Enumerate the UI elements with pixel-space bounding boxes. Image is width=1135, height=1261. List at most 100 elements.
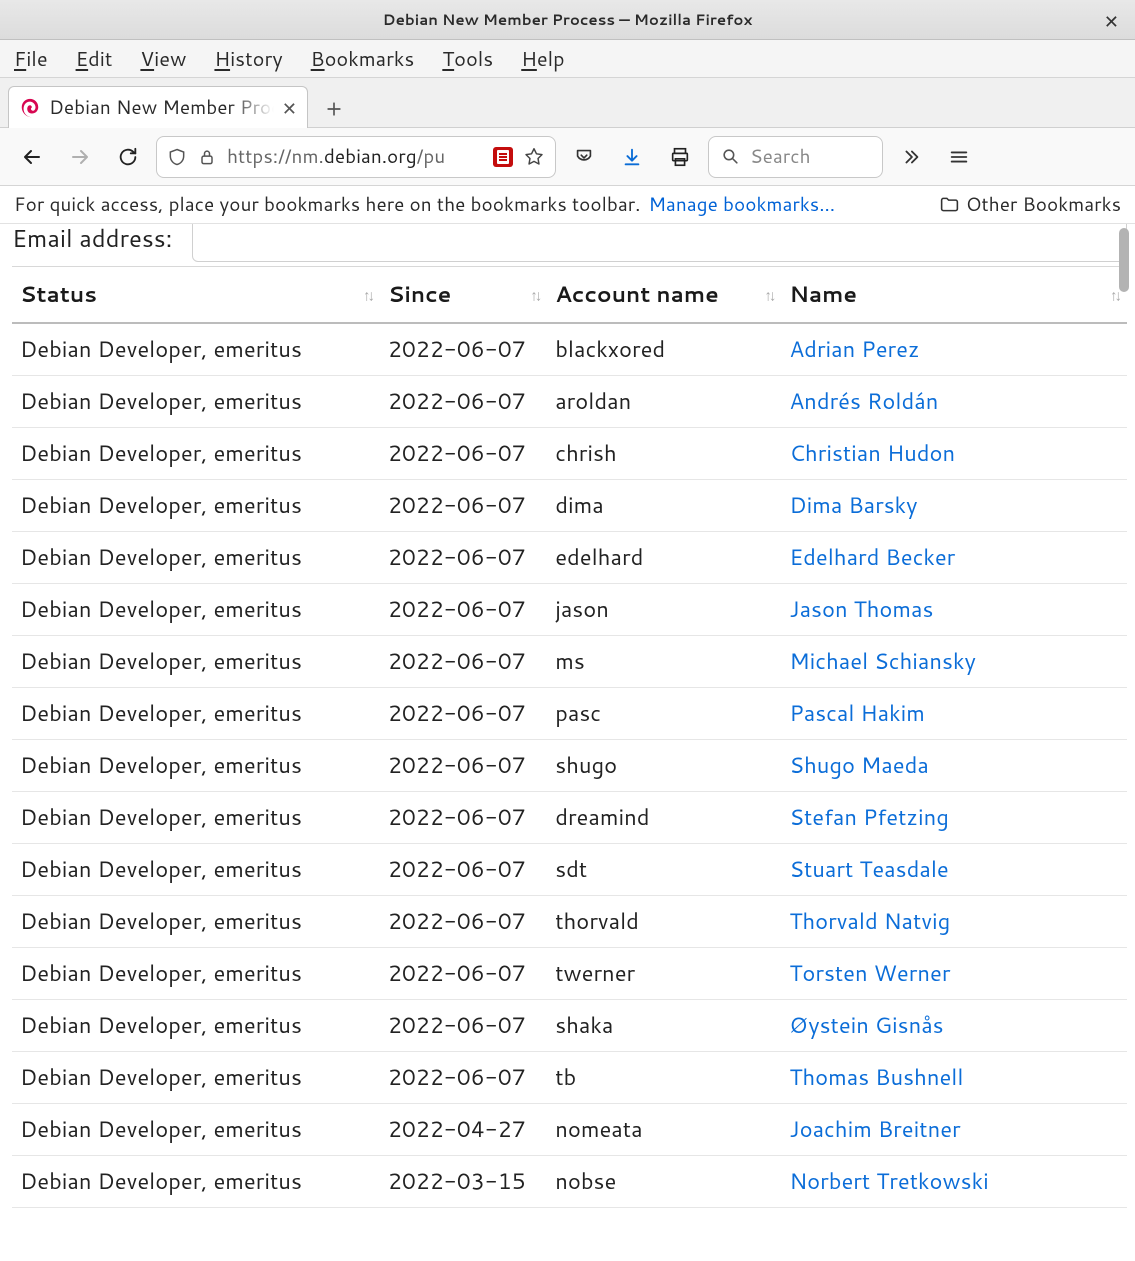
pocket-icon [573, 146, 595, 168]
cell-since: 2022-06-07 [380, 1052, 547, 1104]
manage-bookmarks-link[interactable]: Manage bookmarks... [648, 191, 835, 218]
member-link[interactable]: Thorvald Natvig [789, 906, 950, 937]
member-link[interactable]: Andrés Roldán [789, 386, 938, 417]
cell-account: dreamind [547, 792, 781, 844]
member-link[interactable]: Joachim Breitner [789, 1114, 960, 1145]
cell-since: 2022-06-07 [380, 896, 547, 948]
menu-help[interactable]: Help [521, 45, 564, 73]
arrow-right-icon [68, 145, 92, 169]
member-link[interactable]: Øystein Gisnås [789, 1010, 943, 1041]
plus-icon [324, 99, 344, 119]
cell-status: Debian Developer, emeritus [12, 428, 380, 480]
table-row: Debian Developer, emeritus2022-06-07shak… [12, 1000, 1127, 1052]
cell-account: aroldan [547, 376, 781, 428]
email-label: Email address: [12, 224, 172, 255]
member-link[interactable]: Norbert Tretkowski [789, 1166, 988, 1197]
table-row: Debian Developer, emeritus2022-06-07jaso… [12, 584, 1127, 636]
cell-name: Stefan Pfetzing [781, 792, 1127, 844]
menu-file[interactable]: File [14, 45, 48, 73]
table-row: Debian Developer, emeritus2022-06-07tbTh… [12, 1052, 1127, 1104]
reload-button[interactable] [108, 137, 148, 177]
member-link[interactable]: Dima Barsky [789, 490, 917, 521]
cell-since: 2022-03-15 [380, 1156, 547, 1208]
cell-status: Debian Developer, emeritus [12, 792, 380, 844]
new-tab-button[interactable] [316, 91, 352, 127]
star-icon[interactable] [523, 146, 545, 168]
debian-swirl-icon [19, 97, 41, 119]
bookmarks-toolbar: For quick access, place your bookmarks h… [0, 186, 1135, 224]
cell-status: Debian Developer, emeritus [12, 1104, 380, 1156]
search-icon [721, 147, 740, 166]
vertical-scrollbar[interactable] [1117, 224, 1131, 1261]
tabstrip: Debian New Member Process ✕ [0, 78, 1135, 128]
cell-status: Debian Developer, emeritus [12, 532, 380, 584]
cell-status: Debian Developer, emeritus [12, 323, 380, 376]
menu-bookmarks[interactable]: Bookmarks [311, 45, 415, 73]
other-bookmarks-button[interactable]: Other Bookmarks [939, 191, 1121, 218]
search-input[interactable]: Search [708, 136, 883, 178]
window-title: Debian New Member Process — Mozilla Fire… [383, 9, 753, 30]
cell-name: Øystein Gisnås [781, 1000, 1127, 1052]
menu-tools[interactable]: Tools [442, 45, 493, 73]
member-link[interactable]: Jason Thomas [789, 594, 933, 625]
member-link[interactable]: Adrian Perez [789, 334, 919, 365]
reload-icon [117, 146, 139, 168]
table-row: Debian Developer, emeritus2022-06-07twer… [12, 948, 1127, 1000]
cell-status: Debian Developer, emeritus [12, 948, 380, 1000]
col-account[interactable]: Account name↑↓ [547, 267, 781, 324]
arrow-left-icon [20, 145, 44, 169]
cell-account: edelhard [547, 532, 781, 584]
cell-account: nobse [547, 1156, 781, 1208]
cell-account: thorvald [547, 896, 781, 948]
back-button[interactable] [12, 137, 52, 177]
member-link[interactable]: Michael Schiansky [789, 646, 976, 677]
col-name[interactable]: Name↑↓ [781, 267, 1127, 324]
cell-status: Debian Developer, emeritus [12, 1156, 380, 1208]
member-link[interactable]: Edelhard Becker [789, 542, 955, 573]
cell-status: Debian Developer, emeritus [12, 740, 380, 792]
cell-status: Debian Developer, emeritus [12, 844, 380, 896]
forward-button[interactable] [60, 137, 100, 177]
cell-since: 2022-06-07 [380, 532, 547, 584]
member-link[interactable]: Christian Hudon [789, 438, 955, 469]
members-table: Status↑↓ Since↑↓ Account name↑↓ Name↑↓ D… [12, 266, 1127, 1208]
scrollbar-thumb[interactable] [1119, 228, 1129, 292]
table-row: Debian Developer, emeritus2022-03-15nobs… [12, 1156, 1127, 1208]
menu-edit[interactable]: Edit [76, 45, 113, 73]
table-row: Debian Developer, emeritus2022-06-07drea… [12, 792, 1127, 844]
member-link[interactable]: Thomas Bushnell [789, 1062, 963, 1093]
cell-since: 2022-06-07 [380, 480, 547, 532]
print-button[interactable] [660, 137, 700, 177]
table-row: Debian Developer, emeritus2022-06-07blac… [12, 323, 1127, 376]
email-input[interactable] [192, 224, 1127, 262]
email-filter-row: Email address: [12, 224, 1127, 258]
table-row: Debian Developer, emeritus2022-06-07dima… [12, 480, 1127, 532]
member-link[interactable]: Shugo Maeda [789, 750, 929, 781]
window-close-button[interactable]: ✕ [1098, 8, 1125, 34]
pocket-button[interactable] [564, 137, 604, 177]
member-link[interactable]: Torsten Werner [789, 958, 950, 989]
hamburger-icon [948, 146, 970, 168]
member-link[interactable]: Pascal Hakim [789, 698, 925, 729]
member-link[interactable]: Stuart Teasdale [789, 854, 948, 885]
cell-name: Andrés Roldán [781, 376, 1127, 428]
col-since[interactable]: Since↑↓ [380, 267, 547, 324]
cell-account: twerner [547, 948, 781, 1000]
cell-name: Norbert Tretkowski [781, 1156, 1127, 1208]
menu-history[interactable]: History [214, 45, 282, 73]
app-menu-button[interactable] [939, 137, 979, 177]
tab-active[interactable]: Debian New Member Process ✕ [8, 86, 308, 128]
cell-name: Christian Hudon [781, 428, 1127, 480]
overflow-button[interactable] [891, 137, 931, 177]
table-row: Debian Developer, emeritus2022-04-27nome… [12, 1104, 1127, 1156]
sort-icon: ↑↓ [764, 284, 773, 305]
reader-mode-icon[interactable] [493, 147, 513, 167]
downloads-button[interactable] [612, 137, 652, 177]
cell-since: 2022-06-07 [380, 584, 547, 636]
col-status[interactable]: Status↑↓ [12, 267, 380, 324]
member-link[interactable]: Stefan Pfetzing [789, 802, 949, 833]
urlbar[interactable]: https://nm.debian.org/pu [156, 136, 556, 178]
menu-view[interactable]: View [140, 45, 186, 73]
search-placeholder: Search [750, 143, 811, 170]
tab-close-button[interactable]: ✕ [282, 95, 297, 121]
